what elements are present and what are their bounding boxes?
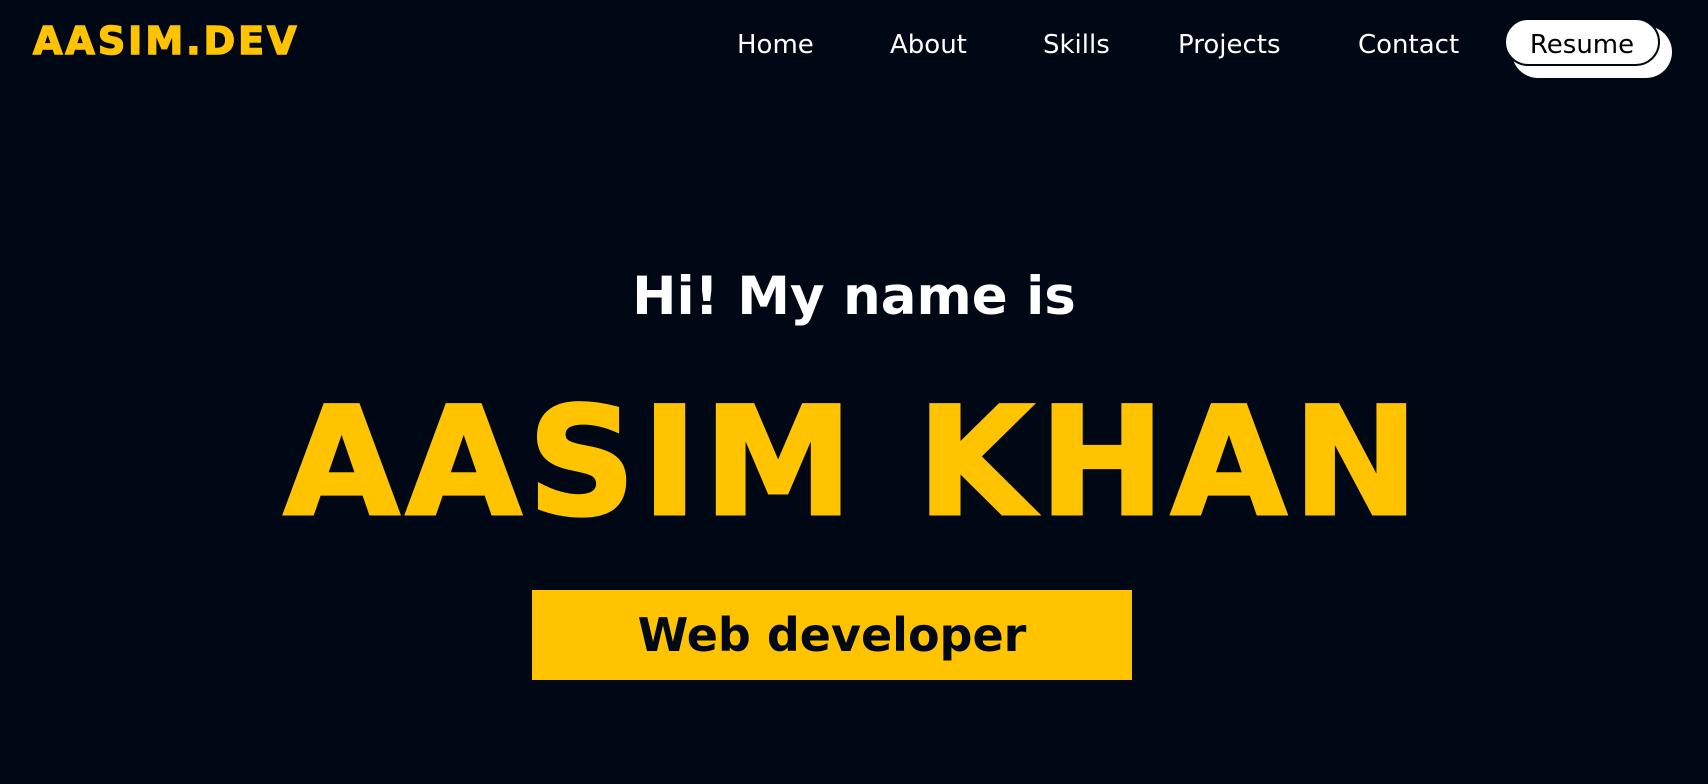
nav-link-about[interactable]: About xyxy=(890,22,967,68)
role-badge: Web developer xyxy=(532,590,1132,680)
nav-link-skills[interactable]: Skills xyxy=(1043,22,1110,68)
nav-link-projects[interactable]: Projects xyxy=(1178,22,1281,68)
nav-link-contact[interactable]: Contact xyxy=(1358,22,1459,68)
resume-button-wrapper: Resume xyxy=(1504,18,1672,78)
nav-link-home[interactable]: Home xyxy=(737,22,814,68)
resume-button[interactable]: Resume xyxy=(1504,18,1660,66)
hero-name: AASIM KHAN xyxy=(282,376,1425,550)
role-badge-text: Web developer xyxy=(637,608,1027,662)
main-nav: Home About Skills Projects Contact xyxy=(0,22,1708,68)
hero-greeting: Hi! My name is xyxy=(632,266,1076,327)
